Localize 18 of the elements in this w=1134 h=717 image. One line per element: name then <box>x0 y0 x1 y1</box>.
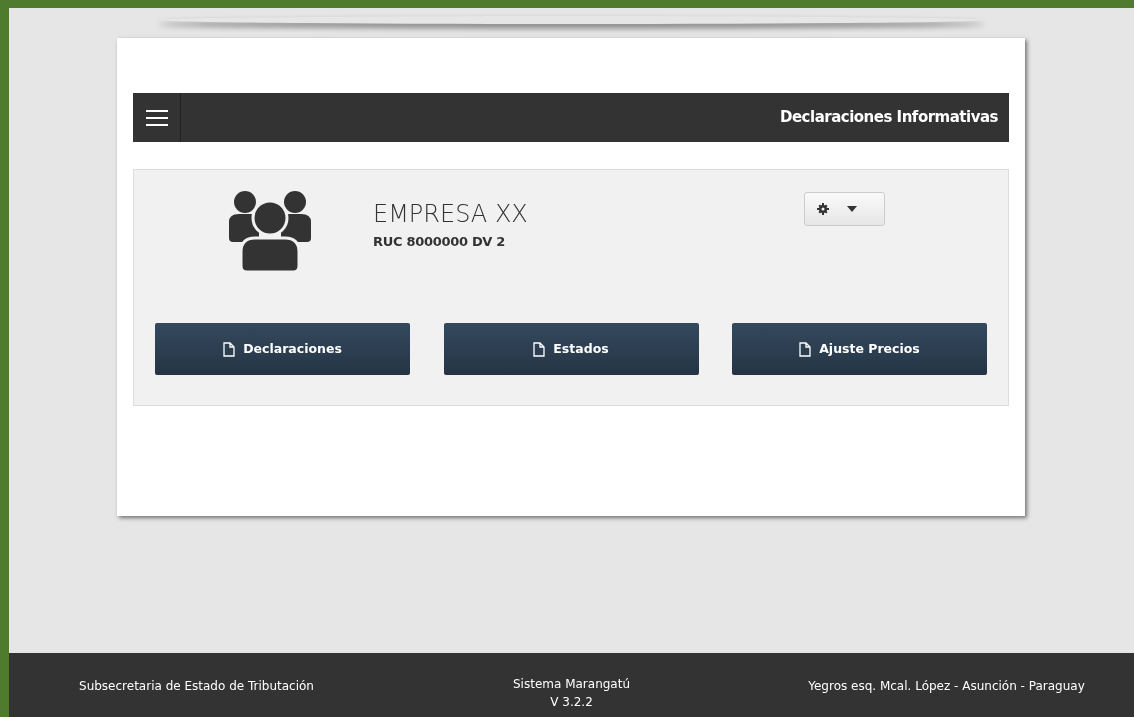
users-icon <box>227 190 313 272</box>
action-button[interactable]: Ajuste Precios <box>732 323 987 375</box>
footer-system-name: Sistema Marangatú <box>513 676 630 693</box>
company-name: EMPRESA XX <box>373 199 528 230</box>
footer-version: V 3.2.2 <box>550 694 593 711</box>
document-icon <box>533 341 546 357</box>
document-icon <box>223 341 236 357</box>
action-button[interactable]: Declaraciones <box>155 323 410 375</box>
document-icon <box>799 341 812 357</box>
action-button[interactable]: Estados <box>443 323 699 375</box>
header-title: Declaraciones Informativas <box>779 107 999 129</box>
settings-dropdown-button[interactable] <box>804 192 885 226</box>
company-ruc: RUC 8000000 DV 2 <box>373 233 507 251</box>
caret-icon <box>847 206 857 212</box>
menu-icon <box>145 108 168 127</box>
gear-icon <box>817 203 829 215</box>
footer-address: Yegros esq. Mcal. López - Asunción - Paraguay <box>808 679 1085 693</box>
footer-organization: Subsecretaria de Estado de Tributación <box>79 679 314 693</box>
